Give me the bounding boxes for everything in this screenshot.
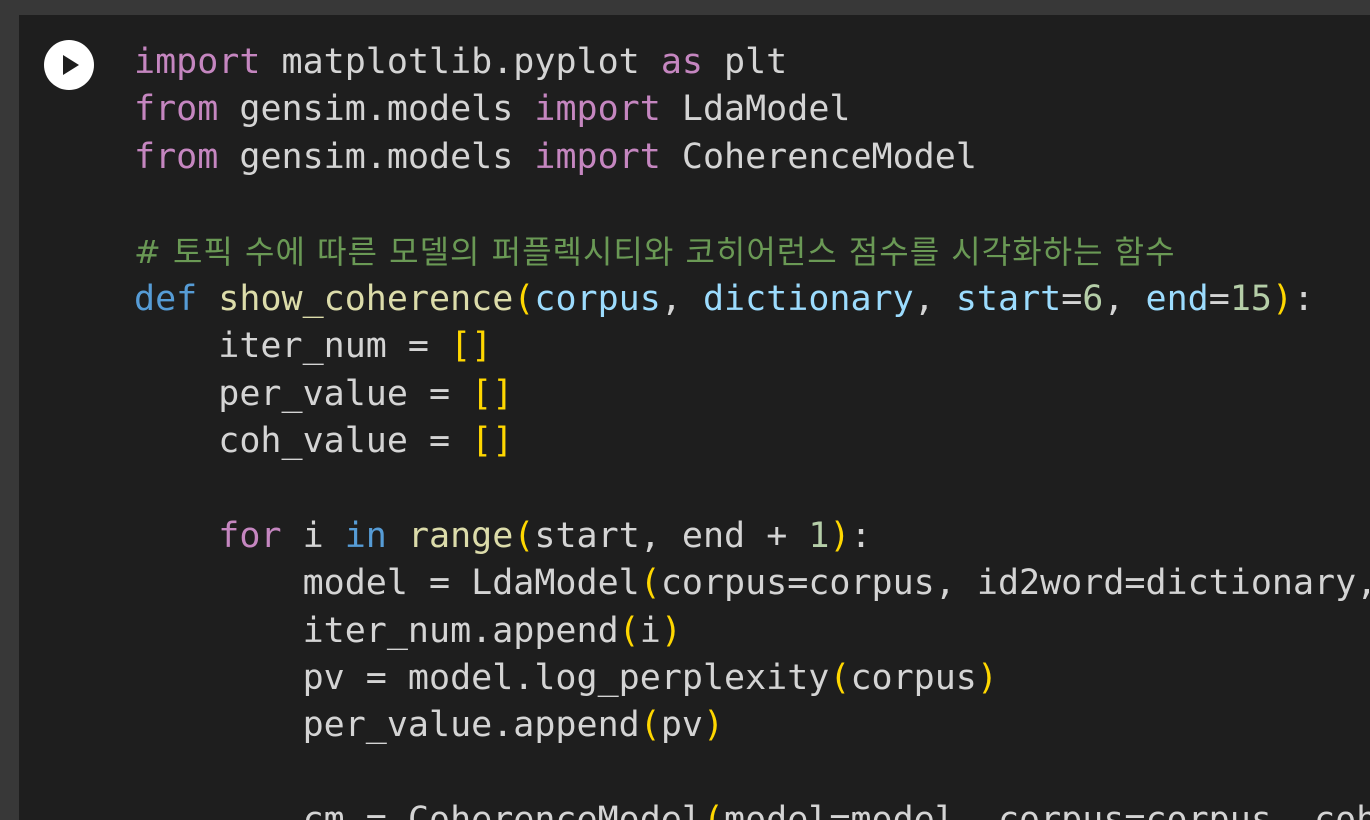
- code-token: =: [1208, 278, 1230, 319]
- code-token: :: [1293, 278, 1315, 319]
- code-token: []: [471, 421, 514, 462]
- code-token: start, end +: [534, 515, 809, 556]
- code-line[interactable]: per_value = []: [134, 371, 1370, 418]
- play-icon: [63, 55, 79, 75]
- code-token: :: [850, 515, 872, 556]
- code-token: import: [534, 89, 661, 130]
- code-token: pv: [660, 705, 703, 746]
- code-token: iter_num =: [134, 326, 451, 367]
- code-token: pv = model.log_perplexity: [134, 658, 830, 699]
- code-line[interactable]: per_value.append(pv): [134, 702, 1370, 749]
- code-token: i: [281, 515, 345, 556]
- code-token: show_coherence: [218, 278, 514, 319]
- code-token: model=model, corpus=corpus, coh: [724, 800, 1370, 820]
- code-token: import: [534, 136, 661, 177]
- code-line[interactable]: def show_coherence(corpus, dictionary, s…: [134, 276, 1370, 323]
- code-token: corpus: [534, 278, 661, 319]
- code-token: ): [976, 658, 998, 699]
- code-token: (: [829, 658, 851, 699]
- code-token: for: [218, 515, 282, 556]
- code-token: per_value =: [134, 373, 472, 414]
- code-line[interactable]: coh_value = []: [134, 418, 1370, 465]
- code-token: corpus: [850, 658, 977, 699]
- code-token: matplotlib.pyplot: [260, 42, 661, 82]
- code-token: per_value.append: [134, 705, 640, 746]
- code-token: from: [134, 89, 219, 130]
- run-cell-button[interactable]: [44, 40, 94, 90]
- code-token: ): [1271, 278, 1294, 319]
- code-token: range: [407, 515, 514, 556]
- code-token: (: [703, 800, 724, 820]
- code-token: cm = CoherenceModel: [134, 800, 703, 820]
- code-token: dictionary: [702, 278, 914, 319]
- code-token: ): [702, 705, 725, 746]
- code-token: ): [660, 610, 682, 651]
- code-line[interactable]: import matplotlib.pyplot as plt: [134, 39, 1370, 86]
- code-line[interactable]: ​: [134, 750, 1370, 797]
- code-token: i: [639, 610, 661, 651]
- code-line[interactable]: from gensim.models import LdaModel: [134, 86, 1370, 133]
- code-token: ): [829, 515, 851, 556]
- code-line[interactable]: model = LdaModel(corpus=corpus, id2word=…: [134, 560, 1370, 607]
- code-line[interactable]: ​: [134, 181, 1370, 228]
- code-token: start: [955, 278, 1062, 319]
- code-token: def: [134, 278, 198, 319]
- code-line[interactable]: for i in range(start, end + 1):: [134, 513, 1370, 560]
- code-token: (: [513, 515, 535, 556]
- code-token: ,: [660, 278, 703, 319]
- code-token: iter_num.append: [134, 610, 619, 651]
- code-token: coh_value =: [134, 421, 472, 462]
- code-token: as: [660, 42, 703, 82]
- code-token: []: [450, 326, 493, 367]
- code-token: from: [134, 136, 219, 177]
- code-line[interactable]: iter_num = []: [134, 323, 1370, 370]
- code-token: CoherenceModel: [660, 136, 977, 177]
- code-token: (: [513, 278, 535, 319]
- code-token: import: [134, 42, 261, 82]
- code-token: in: [344, 515, 387, 556]
- code-editor[interactable]: import matplotlib.pyplot as plt from gens…: [134, 39, 1370, 820]
- code-line[interactable]: ​: [134, 466, 1370, 513]
- code-line[interactable]: from gensim.models import CoherenceModel: [134, 134, 1370, 181]
- code-token: LdaModel: [660, 89, 851, 130]
- code-line[interactable]: iter_num.append(i): [134, 608, 1370, 655]
- code-token: ,: [913, 278, 956, 319]
- code-token: =: [1061, 278, 1083, 319]
- code-line[interactable]: # 토픽 수에 따른 모델의 퍼플렉시티와 코히어런스 점수를 시각화하는 함수: [134, 229, 1370, 276]
- notebook-page: import matplotlib.pyplot as plt from gens…: [0, 0, 1370, 820]
- code-line[interactable]: cm = CoherenceModel(model=model, corpus=…: [134, 797, 1370, 820]
- code-token: gensim.models: [218, 89, 535, 130]
- code-token: (: [618, 610, 640, 651]
- code-token: 15: [1229, 278, 1272, 319]
- code-token: (: [639, 563, 661, 604]
- code-token: (: [639, 705, 661, 746]
- code-token: model = LdaModel: [134, 563, 640, 604]
- code-token: 6: [1082, 278, 1104, 319]
- code-token: []: [471, 373, 514, 414]
- code-token: gensim.models: [218, 136, 535, 177]
- code-token: corpus=corpus, id2word=dictionary,: [660, 563, 1370, 604]
- code-cell[interactable]: import matplotlib.pyplot as plt from gens…: [19, 15, 1370, 820]
- code-line[interactable]: pv = model.log_perplexity(corpus): [134, 655, 1370, 702]
- code-token: end: [1145, 278, 1209, 319]
- code-token: ,: [1103, 278, 1146, 319]
- code-token: 1: [808, 515, 830, 556]
- code-token: plt: [702, 42, 788, 82]
- code-comment: # 토픽 수에 따른 모델의 퍼플렉시티와 코히어런스 점수를 시각화하는 함수: [134, 232, 1176, 271]
